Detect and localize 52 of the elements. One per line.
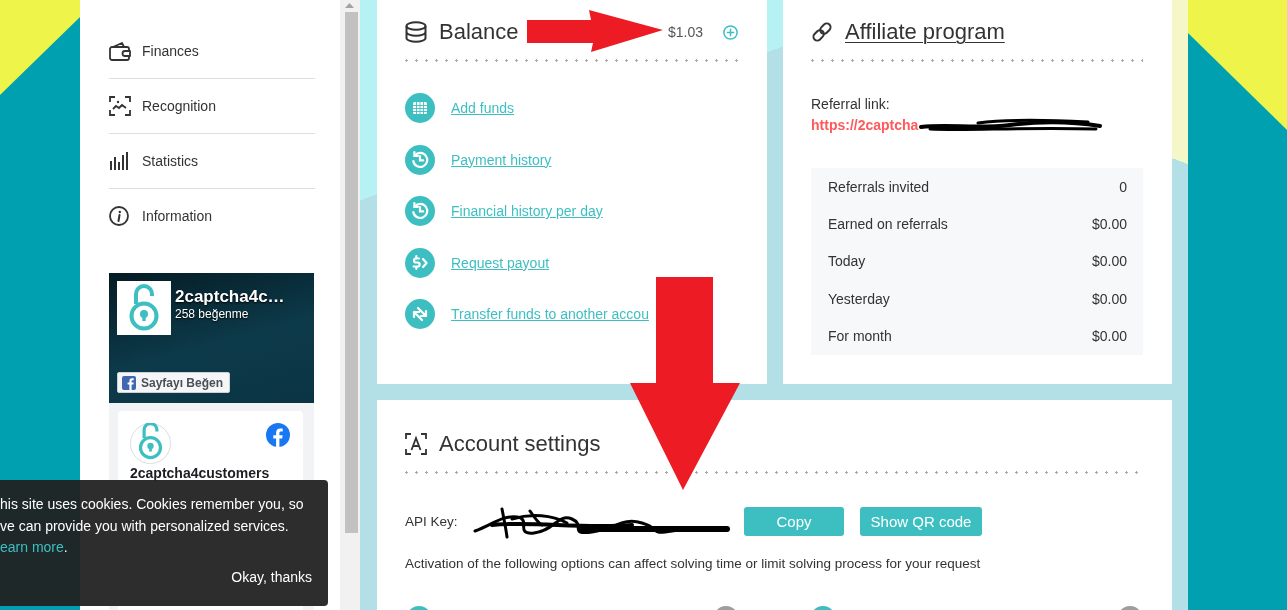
scrollbar[interactable] [340, 0, 360, 610]
card-title: Balance [439, 19, 519, 45]
history-icon[interactable] [405, 144, 435, 175]
balance-amount: $1.03 [667, 24, 703, 40]
like-count: 258 beğenme [175, 307, 250, 322]
info-icon [109, 206, 129, 226]
facebook-icon [122, 375, 136, 390]
like-button[interactable]: Sayfayı Beğen [117, 372, 231, 393]
stat-label: For month [828, 328, 892, 345]
stat-value: 0 [1119, 178, 1127, 195]
stat-value: $0.00 [1091, 290, 1127, 307]
option-icon [409, 606, 429, 610]
history-icon[interactable] [405, 196, 435, 226]
stat-label: Earned on referrals [828, 216, 948, 233]
stat-label: Referrals invited [828, 178, 930, 195]
link-icon [811, 21, 833, 43]
calendar-icon[interactable] [405, 93, 435, 123]
api-key-label: API Key: [405, 514, 459, 529]
referral-label: Referral link: [811, 94, 891, 114]
stat-value: $0.00 [1091, 328, 1127, 345]
coin-stack-icon [405, 21, 427, 43]
stat-label: Yesterday [828, 290, 890, 307]
page-name[interactable]: 2captcha4c… [175, 287, 285, 307]
card-title[interactable]: Affiliate program [845, 19, 1005, 45]
dollar-icon[interactable] [405, 247, 435, 278]
padlock-icon [117, 281, 171, 335]
add-icon[interactable] [723, 24, 738, 40]
accept-button[interactable]: Okay, thanks [231, 568, 312, 585]
sidebar-item[interactable]: Finances [109, 24, 315, 79]
stat-label: Today [828, 253, 866, 270]
option-icon [813, 606, 833, 610]
padlock-icon [130, 423, 171, 464]
facebook-icon[interactable] [266, 423, 290, 447]
wallet-icon [109, 41, 131, 61]
card-title: Account settings [439, 431, 601, 457]
cookie-message: his site uses cookies. Cookies remember you, so ve can provide you with personalized services. earn more. [0, 495, 305, 557]
cookie-policy-link[interactable]: earn more [0, 539, 64, 555]
switch-icon[interactable] [1120, 606, 1140, 610]
post-author[interactable]: 2captcha4customers [130, 466, 290, 480]
sidebar-item[interactable]: Statistics [109, 134, 315, 189]
stat-value: $0.00 [1091, 253, 1127, 270]
letter-frame-icon [405, 433, 427, 455]
sidebar-item[interactable]: Information [109, 189, 315, 243]
scrollbar-thumb[interactable] [345, 12, 358, 533]
scroll-up-icon[interactable] [345, 3, 354, 8]
bar-chart-icon [109, 152, 129, 170]
switch-icon[interactable] [716, 606, 736, 610]
scan-frame-icon [109, 96, 131, 116]
settings-note: Activation of the following options can affect solving time or limit solving process for your request [405, 556, 982, 572]
sidebar-item[interactable]: Recognition [109, 79, 315, 134]
swap-arrows-icon[interactable] [405, 299, 435, 329]
stat-value: $0.00 [1091, 216, 1127, 233]
